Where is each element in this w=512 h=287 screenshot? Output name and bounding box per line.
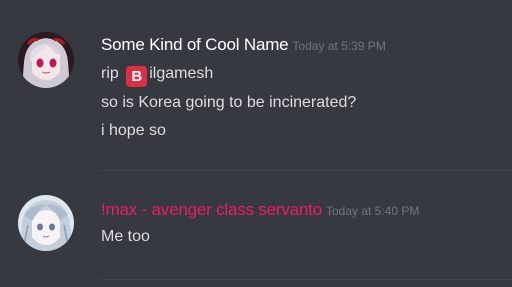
anime-avatar-icon bbox=[18, 195, 74, 251]
message-divider bbox=[100, 279, 512, 280]
anime-avatar-icon bbox=[18, 32, 74, 88]
message-line: Me too bbox=[101, 228, 150, 245]
message-line: so is Korea going to be incinerated? bbox=[101, 94, 357, 111]
message-header: Some Kind of Cool Name Today at 5:39 PM bbox=[101, 35, 386, 55]
message-text: rip bbox=[101, 65, 124, 82]
avatar[interactable] bbox=[18, 195, 74, 251]
message-group: !max - avenger class servanto Today at 5:… bbox=[0, 171, 512, 279]
b-button-emoji-icon: B bbox=[126, 66, 148, 87]
avatar[interactable] bbox=[18, 32, 74, 88]
message-group: Some Kind of Cool Name Today at 5:39 PM r… bbox=[0, 0, 512, 170]
timestamp: Today at 5:39 PM bbox=[292, 39, 386, 53]
timestamp: Today at 5:40 PM bbox=[325, 204, 420, 218]
username[interactable]: !max - avenger class servanto bbox=[101, 200, 322, 219]
message-line: i hope so bbox=[101, 122, 166, 139]
message-header: !max - avenger class servanto Today at 5:… bbox=[101, 200, 419, 220]
message-line: rip Bilgamesh bbox=[101, 65, 213, 87]
username[interactable]: Some Kind of Cool Name bbox=[101, 35, 289, 54]
message-text: ilgamesh bbox=[149, 65, 214, 82]
